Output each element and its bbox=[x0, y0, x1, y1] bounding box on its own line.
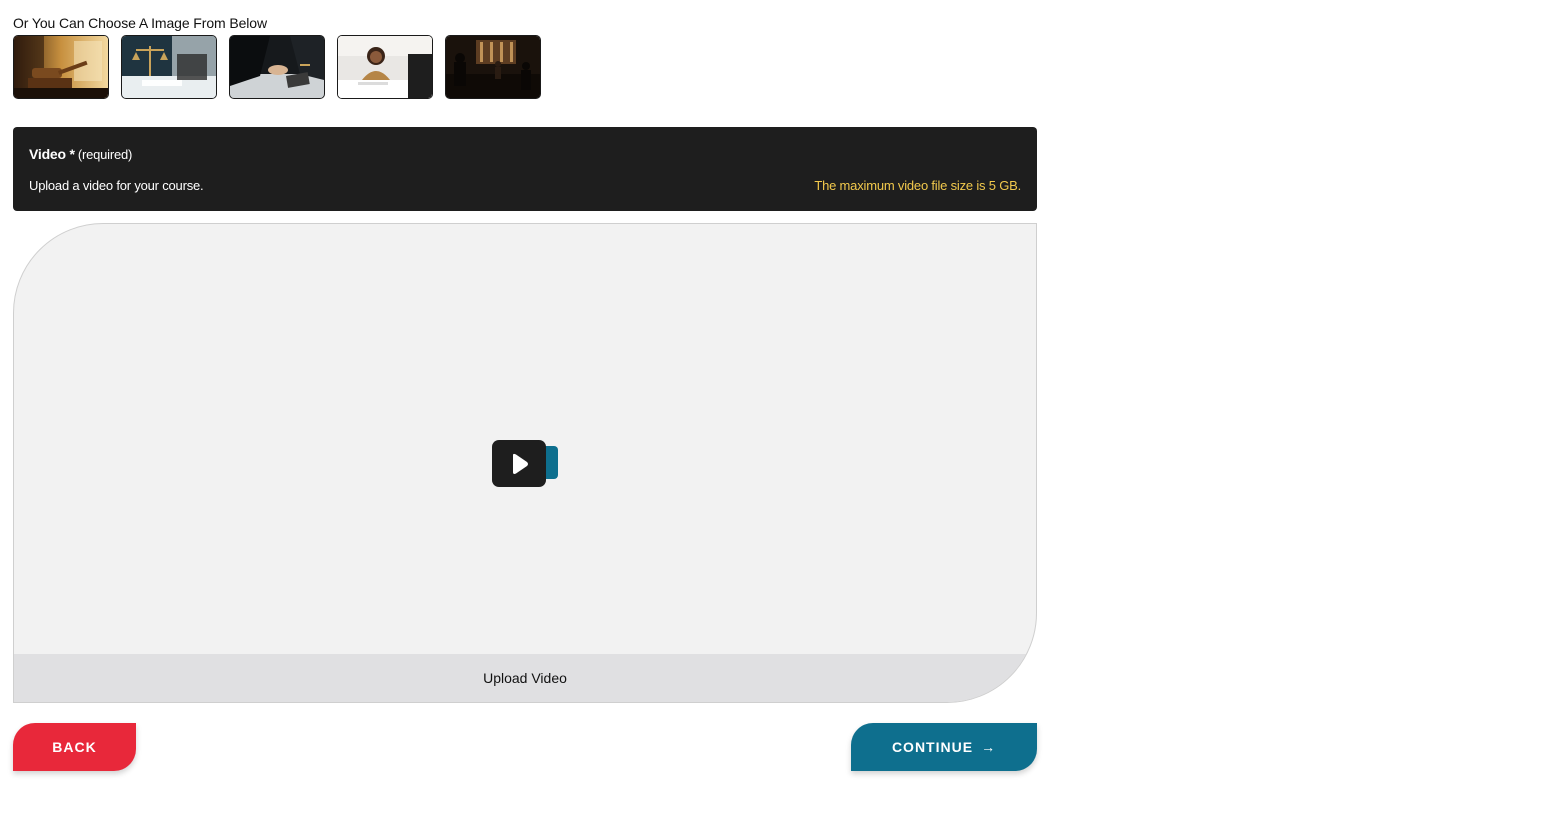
arrow-right-icon: → bbox=[981, 739, 997, 755]
handshake-image bbox=[230, 36, 324, 98]
thumbnail-handshake[interactable] bbox=[229, 35, 325, 99]
video-title: Video * (required) bbox=[29, 146, 132, 162]
thumbnail-scales[interactable] bbox=[121, 35, 217, 99]
video-camera-icon bbox=[492, 440, 558, 487]
required-label: (required) bbox=[77, 147, 133, 162]
thumbnail-woman-meeting[interactable] bbox=[337, 35, 433, 99]
upload-video-button[interactable]: Upload Video bbox=[14, 654, 1036, 702]
image-thumbnail-list bbox=[13, 35, 541, 99]
courtroom-image bbox=[446, 36, 540, 98]
thumbnail-courtroom[interactable] bbox=[445, 35, 541, 99]
back-button-label: BACK bbox=[52, 739, 97, 755]
video-title-text: Video * bbox=[29, 146, 75, 162]
thumbnail-gavel[interactable] bbox=[13, 35, 109, 99]
course-media-form: Or You Can Choose A Image From Below Vid… bbox=[0, 0, 1554, 823]
scales-of-justice-image bbox=[122, 36, 216, 98]
video-max-size-note: The maximum video file size is 5 GB. bbox=[814, 178, 1021, 193]
gavel-image bbox=[14, 36, 108, 98]
continue-button[interactable]: CONTINUE → bbox=[851, 723, 1037, 771]
choose-image-label: Or You Can Choose A Image From Below bbox=[13, 15, 267, 31]
video-description: Upload a video for your course. bbox=[29, 178, 204, 193]
video-section-header: Video * (required) Upload a video for you… bbox=[13, 127, 1037, 211]
smiling-woman-meeting-image bbox=[338, 36, 432, 98]
continue-button-label: CONTINUE bbox=[891, 739, 974, 755]
back-button[interactable]: BACK bbox=[13, 723, 136, 771]
video-upload-dropzone[interactable]: Upload Video bbox=[13, 223, 1037, 703]
